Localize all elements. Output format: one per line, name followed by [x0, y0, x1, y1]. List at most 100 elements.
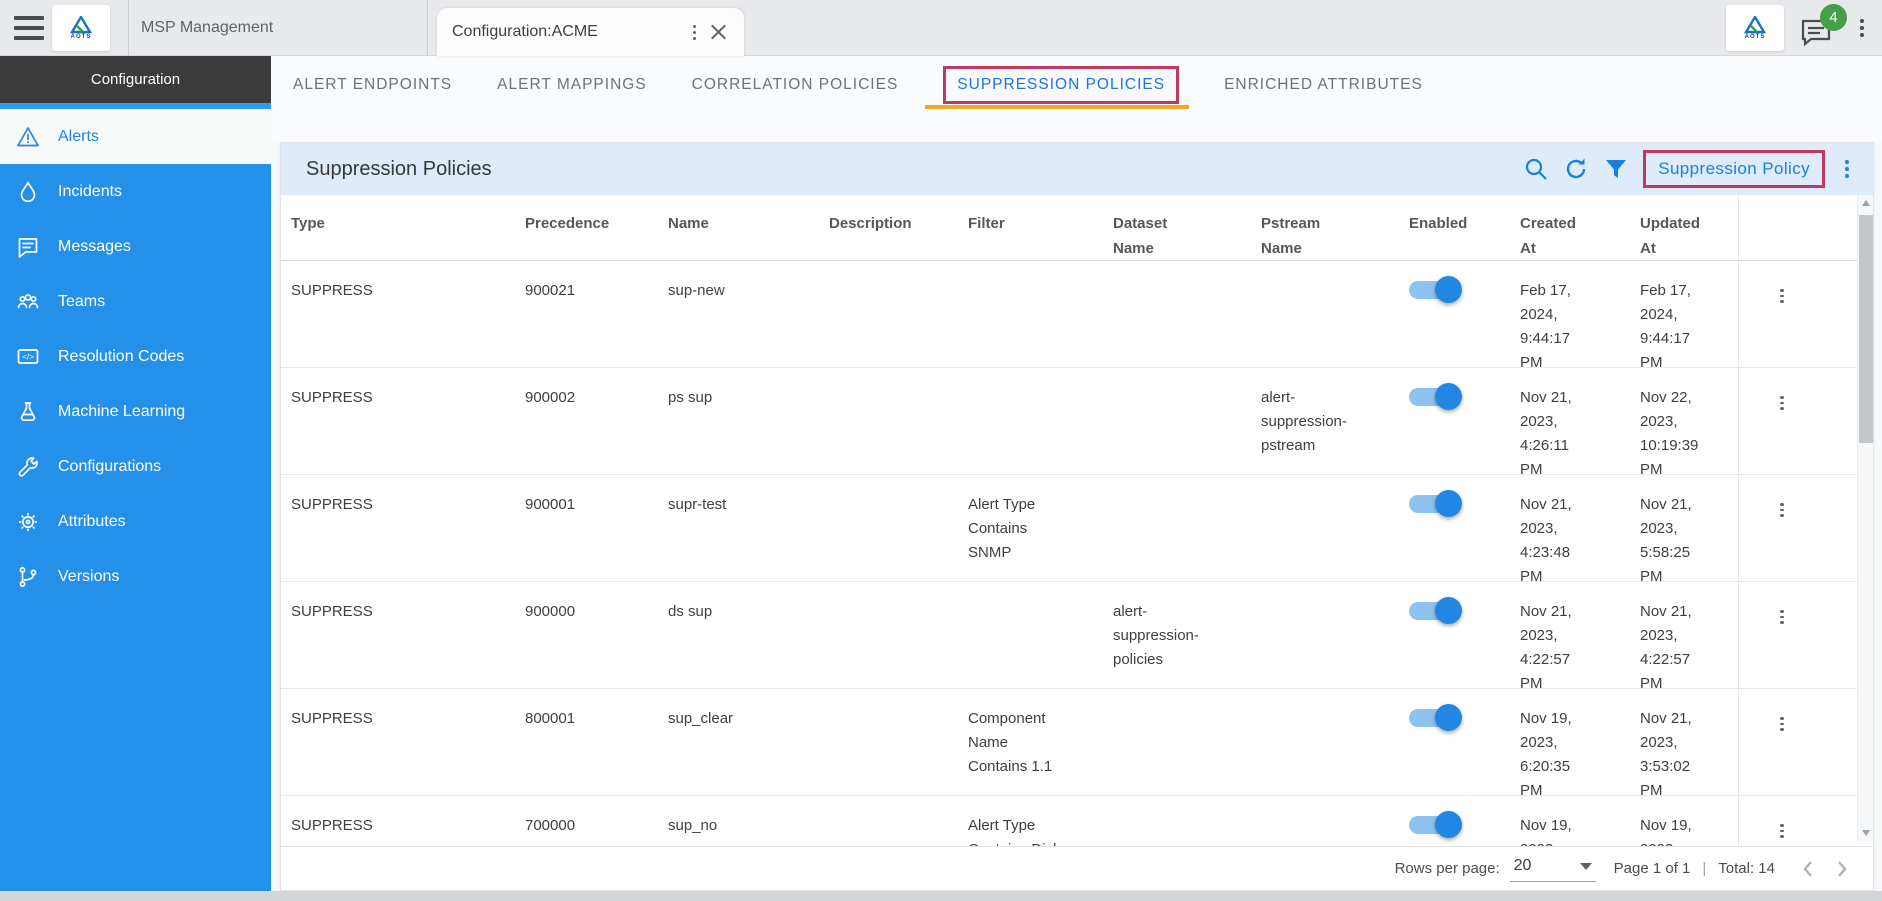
message-icon — [16, 235, 40, 259]
sidebar-item-versions[interactable]: Versions — [0, 549, 271, 604]
cell-updated-at: Nov 19, 2023, — [1630, 796, 1738, 848]
cell-actions — [1738, 582, 1859, 688]
panel-kebab-menu-icon[interactable] — [1841, 156, 1853, 182]
table-header-row: TypePrecedenceNameDescriptionFilterDatas… — [281, 195, 1859, 261]
cell-pstream-name — [1251, 582, 1399, 688]
sidebar-item-messages[interactable]: Messages — [0, 219, 271, 274]
scrollbar-down-icon[interactable] — [1858, 825, 1874, 841]
cell-name: supr-test — [658, 475, 819, 581]
table-footer: Rows per page: 20 Page 1 of 1 | Total: 1… — [281, 846, 1873, 890]
table-row: SUPPRESS900021sup-new Feb 17, 2024, 9:44… — [281, 261, 1859, 368]
config-tab-bar: ALERT ENDPOINTS ALERT MAPPINGS CORRELATION… — [271, 56, 1882, 142]
scrollbar-thumb[interactable] — [1859, 215, 1873, 443]
sidebar-item-label: Incidents — [58, 183, 122, 201]
sidebar-item-teams[interactable]: Teams — [0, 274, 271, 329]
tab-label: ALERT MAPPINGS — [497, 76, 647, 93]
row-menu-kebab-icon[interactable] — [1776, 285, 1788, 307]
next-page-icon[interactable] — [1829, 856, 1855, 882]
cell-type: SUPPRESS — [281, 796, 515, 848]
tab-close-icon[interactable] — [710, 23, 728, 41]
tab-configuration-acme[interactable]: Configuration:ACME — [437, 8, 744, 56]
cell-dataset-name — [1103, 368, 1251, 474]
sidebar-item-incidents[interactable]: Incidents — [0, 164, 271, 219]
cell-filter: Component Name Contains 1.1 — [958, 689, 1103, 795]
cell-description — [819, 582, 958, 688]
filter-icon[interactable] — [1603, 156, 1629, 182]
sidebar-item-label: Alerts — [58, 128, 99, 146]
app-logo: AOTS — [52, 5, 110, 51]
enabled-toggle[interactable] — [1409, 281, 1460, 299]
refresh-icon[interactable] — [1563, 156, 1589, 182]
tab-correlation-policies[interactable]: CORRELATION POLICIES — [692, 56, 899, 94]
enabled-toggle[interactable] — [1409, 709, 1460, 727]
table-row: SUPPRESS900002ps supalert-suppression-ps… — [281, 368, 1859, 475]
sidebar-item-attributes[interactable]: Attributes — [0, 494, 271, 549]
column-header-description: Description — [819, 195, 958, 260]
row-menu-kebab-icon[interactable] — [1776, 606, 1788, 628]
cell-actions — [1738, 796, 1859, 848]
tab-alert-endpoints[interactable]: ALERT ENDPOINTS — [293, 56, 452, 94]
code-screen-icon: </> — [16, 345, 40, 369]
column-header-pstream-name: Pstream Name — [1251, 195, 1399, 260]
sidebar-item-resolution-codes[interactable]: </> Resolution Codes — [0, 329, 271, 384]
tab-msp-management[interactable]: MSP Management — [128, 0, 428, 56]
toggle-thumb — [1435, 383, 1462, 410]
tab-options-kebab-icon[interactable] — [689, 21, 700, 44]
tab-alert-mappings[interactable]: ALERT MAPPINGS — [497, 56, 647, 94]
add-suppression-policy-button[interactable]: Suppression Policy — [1658, 159, 1810, 178]
topbar-kebab-menu-icon[interactable] — [1856, 15, 1868, 41]
hamburger-menu-icon[interactable] — [14, 16, 44, 40]
cell-actions — [1738, 368, 1859, 474]
sidebar-item-label: Attributes — [58, 513, 126, 531]
cell-filter: Alert Type Contains SNMP — [958, 475, 1103, 581]
column-header-filter: Filter — [958, 195, 1103, 260]
row-menu-kebab-icon[interactable] — [1776, 499, 1788, 521]
enabled-toggle[interactable] — [1409, 495, 1460, 513]
column-header-actions — [1738, 195, 1859, 260]
page-info: Page 1 of 1 — [1614, 860, 1691, 877]
toggle-thumb — [1435, 704, 1462, 731]
search-icon[interactable] — [1523, 156, 1549, 182]
rows-per-page-select[interactable]: 20 — [1510, 855, 1596, 882]
brand-logo: AOTS — [1726, 5, 1784, 51]
notifications-button[interactable]: 4 — [1800, 8, 1840, 48]
cell-actions — [1738, 475, 1859, 581]
scrollbar-up-icon[interactable] — [1858, 195, 1874, 211]
cell-created-at: Nov 19, 2023, 6:20:35 PM — [1510, 689, 1630, 795]
annotation-box: SUPPRESSION POLICIES — [943, 66, 1179, 104]
cell-updated-at: Feb 17, 2024, 9:44:17 PM — [1630, 261, 1738, 367]
row-menu-kebab-icon[interactable] — [1776, 820, 1788, 842]
cell-description — [819, 475, 958, 581]
footer-divider: | — [1702, 860, 1706, 877]
cell-name: sup_clear — [658, 689, 819, 795]
cell-filter: Alert Type Contains Disk — [958, 796, 1103, 848]
enabled-toggle[interactable] — [1409, 388, 1460, 406]
panel-header: Suppression Policies Suppression Policy — [281, 143, 1873, 195]
sidebar-item-machine-learning[interactable]: Machine Learning — [0, 384, 271, 439]
enabled-toggle[interactable] — [1409, 816, 1460, 834]
cell-type: SUPPRESS — [281, 261, 515, 367]
team-icon — [16, 290, 40, 314]
row-menu-kebab-icon[interactable] — [1776, 392, 1788, 414]
rows-per-page-label: Rows per page: — [1395, 860, 1500, 877]
cell-updated-at: Nov 21, 2023, 4:22:57 PM — [1630, 582, 1738, 688]
sidebar-item-configurations[interactable]: Configurations — [0, 439, 271, 494]
topbar: AOTS MSP Management Configuration:ACME A… — [0, 0, 1882, 56]
vertical-scrollbar[interactable] — [1857, 195, 1873, 841]
tab-enriched-attributes[interactable]: ENRICHED ATTRIBUTES — [1224, 56, 1423, 94]
cell-updated-at: Nov 22, 2023, 10:19:39 PM — [1630, 368, 1738, 474]
cell-precedence: 900001 — [515, 475, 658, 581]
alert-triangle-icon — [16, 125, 40, 149]
column-header-precedence: Precedence — [515, 195, 658, 260]
previous-page-icon[interactable] — [1795, 856, 1821, 882]
toggle-thumb — [1435, 490, 1462, 517]
row-menu-kebab-icon[interactable] — [1776, 713, 1788, 735]
column-header-name: Name — [658, 195, 819, 260]
flame-icon — [16, 180, 40, 204]
enabled-toggle[interactable] — [1409, 602, 1460, 620]
sidebar-item-alerts[interactable]: Alerts — [0, 109, 271, 164]
cell-pstream-name — [1251, 689, 1399, 795]
tab-suppression-policies[interactable]: SUPPRESSION POLICIES — [943, 56, 1179, 104]
add-suppression-policy-annotation: Suppression Policy — [1643, 150, 1825, 188]
cell-pstream-name — [1251, 261, 1399, 367]
